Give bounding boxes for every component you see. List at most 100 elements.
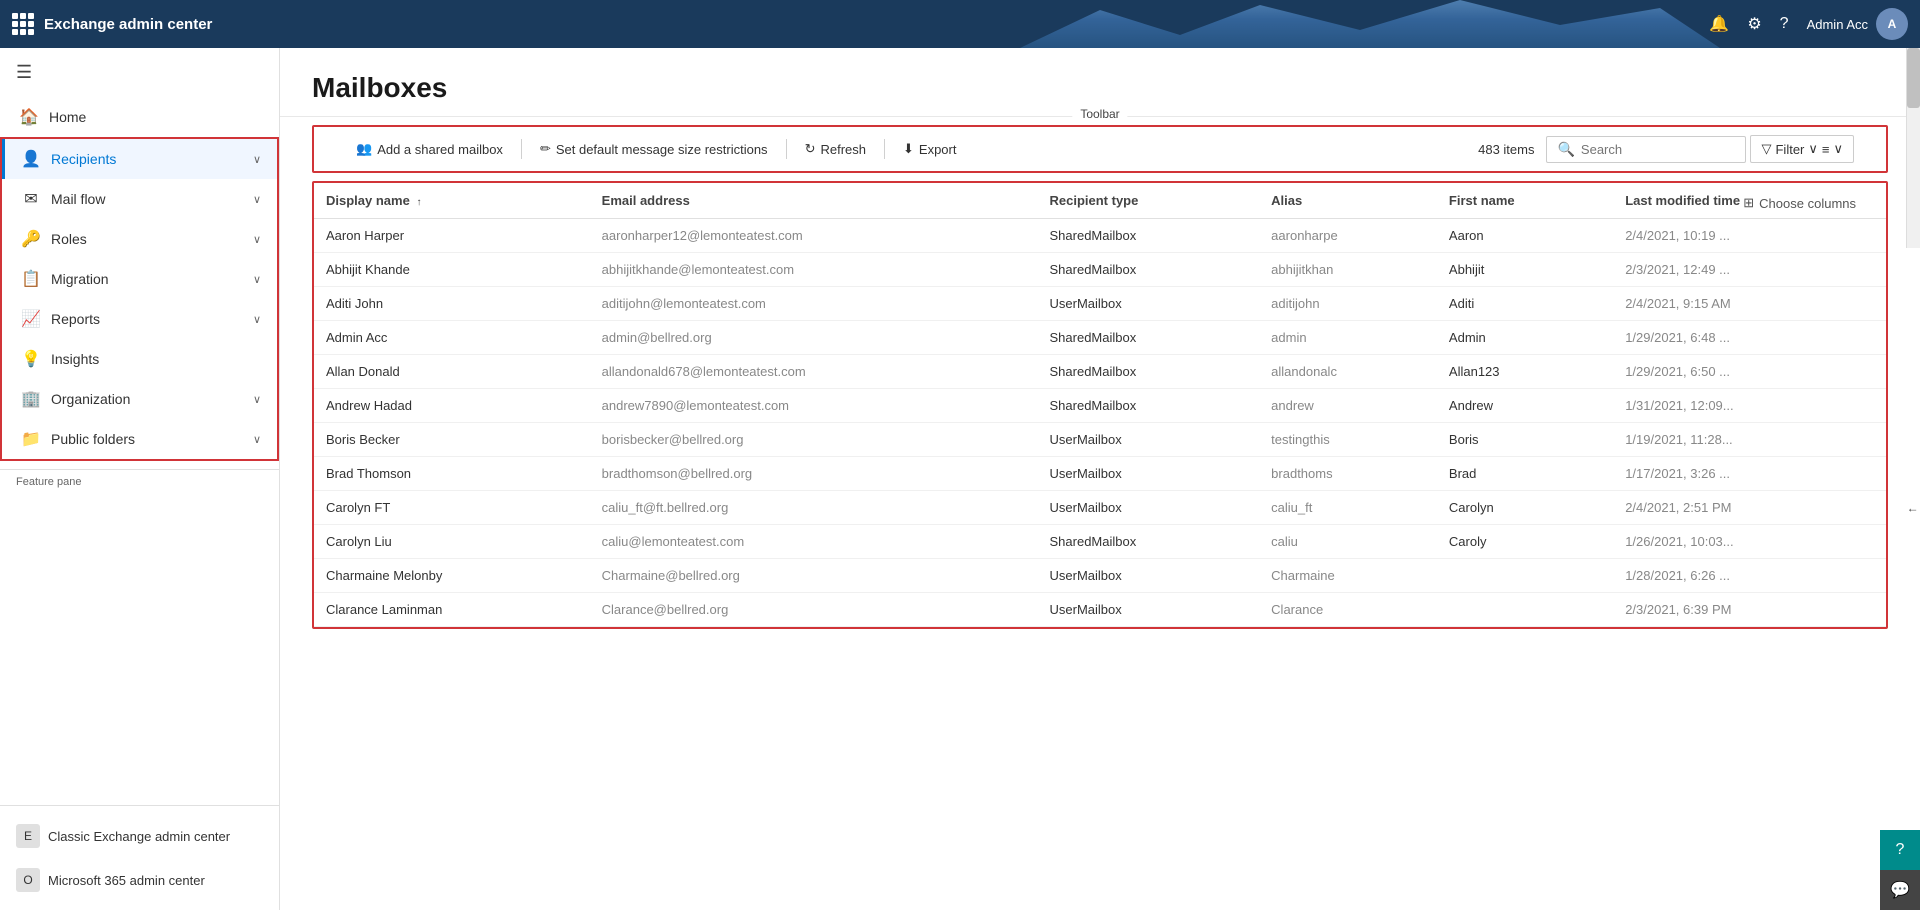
cell-recipient-type: SharedMailbox xyxy=(1038,355,1260,389)
cell-first-name: Allan123 xyxy=(1437,355,1613,389)
sidebar-item-home[interactable]: 🏠 Home xyxy=(0,97,279,137)
sidebar-item-recipients[interactable]: 👤 Recipients ∨ xyxy=(2,139,277,179)
chevron-down-icon: ∨ xyxy=(253,273,261,286)
table-header: Display name ↑ Email address Recipient t… xyxy=(314,183,1886,219)
header-row: Display name ↑ Email address Recipient t… xyxy=(314,183,1886,219)
sidebar: ☰ 🏠 Home 👤 Recipients ∨ ✉ Mail flow ∨ 🔑 xyxy=(0,48,280,910)
scrollbar-thumb[interactable] xyxy=(1907,48,1920,108)
cell-email: borisbecker@bellred.org xyxy=(590,423,1038,457)
refresh-button[interactable]: ↻ Refresh xyxy=(795,135,876,163)
mailbox-table: Display name ↑ Email address Recipient t… xyxy=(314,183,1886,627)
topbar: Exchange admin center 🔔 ⚙ ? Admin Acc A xyxy=(0,0,1920,48)
add-icon: 👥 xyxy=(356,141,372,157)
col-display-name-label: Display name xyxy=(326,193,410,208)
cell-alias: Charmaine xyxy=(1259,559,1437,593)
export-button[interactable]: ⬇ Export xyxy=(893,135,966,163)
hamburger-button[interactable]: ☰ xyxy=(0,48,279,97)
toolbar-divider-2 xyxy=(786,139,787,159)
sidebar-label-public-folders: Public folders xyxy=(51,431,253,447)
sidebar-item-organization[interactable]: 🏢 Organization ∨ xyxy=(2,379,277,419)
table-row[interactable]: Charmaine Melonby Charmaine@bellred.org … xyxy=(314,559,1886,593)
cell-alias: caliu xyxy=(1259,525,1437,559)
sidebar-label-reports: Reports xyxy=(51,311,253,327)
col-display-name[interactable]: Display name ↑ xyxy=(314,183,590,219)
col-email: Email address xyxy=(590,183,1038,219)
sidebar-label-insights: Insights xyxy=(51,351,261,367)
cell-last-modified: 1/19/2021, 11:28... xyxy=(1613,423,1886,457)
grid-icon[interactable] xyxy=(12,13,34,35)
cell-recipient-type: SharedMailbox xyxy=(1038,525,1260,559)
cell-recipient-type: UserMailbox xyxy=(1038,287,1260,321)
app-name: Exchange admin center xyxy=(44,16,212,33)
cell-recipient-type: UserMailbox xyxy=(1038,593,1260,627)
more-icon: ≡ xyxy=(1822,142,1830,157)
sidebar-item-reports[interactable]: 📈 Reports ∨ xyxy=(2,299,277,339)
cell-alias: abhijitkhan xyxy=(1259,253,1437,287)
item-count: 483 items xyxy=(1478,142,1534,157)
sidebar-item-roles[interactable]: 🔑 Roles ∨ xyxy=(2,219,277,259)
user-info[interactable]: Admin Acc A xyxy=(1807,8,1908,40)
reports-icon: 📈 xyxy=(21,309,41,329)
table-row[interactable]: Brad Thomson bradthomson@bellred.org Use… xyxy=(314,457,1886,491)
table-row[interactable]: Admin Acc admin@bellred.org SharedMailbo… xyxy=(314,321,1886,355)
page-title: Mailboxes xyxy=(312,72,1888,104)
col-last-modified-label: Last modified time xyxy=(1625,193,1740,208)
cell-recipient-type: SharedMailbox xyxy=(1038,389,1260,423)
avatar: A xyxy=(1876,8,1908,40)
home-icon: 🏠 xyxy=(19,107,39,127)
table-row[interactable]: Boris Becker borisbecker@bellred.org Use… xyxy=(314,423,1886,457)
settings-icon[interactable]: ⚙ xyxy=(1747,14,1761,34)
table-body: Aaron Harper aaronharper12@lemonteatest.… xyxy=(314,219,1886,627)
cell-recipient-type: SharedMailbox xyxy=(1038,321,1260,355)
sidebar-item-mail-flow[interactable]: ✉ Mail flow ∨ xyxy=(2,179,277,219)
more-chevron: ∨ xyxy=(1833,141,1843,157)
sidebar-item-migration[interactable]: 📋 Migration ∨ xyxy=(2,259,277,299)
table-row[interactable]: Aditi John aditijohn@lemonteatest.com Us… xyxy=(314,287,1886,321)
help-icon[interactable]: ? xyxy=(1780,15,1789,33)
cell-email: caliu@lemonteatest.com xyxy=(590,525,1038,559)
cell-email: aaronharper12@lemonteatest.com xyxy=(590,219,1038,253)
right-float-buttons: ? 💬 xyxy=(1880,830,1920,910)
search-box[interactable]: 🔍 xyxy=(1546,136,1746,163)
main-layout: ☰ 🏠 Home 👤 Recipients ∨ ✉ Mail flow ∨ 🔑 xyxy=(0,48,1920,910)
chevron-down-icon: ∨ xyxy=(253,433,261,446)
chat-float-button[interactable]: 💬 xyxy=(1880,870,1920,910)
table-row[interactable]: Carolyn FT caliu_ft@ft.bellred.org UserM… xyxy=(314,491,1886,525)
cell-first-name: Abhijit xyxy=(1437,253,1613,287)
bell-icon[interactable]: 🔔 xyxy=(1709,14,1729,34)
cell-last-modified: 2/3/2021, 12:49 ... xyxy=(1613,253,1886,287)
sidebar-item-public-folders[interactable]: 📁 Public folders ∨ xyxy=(2,419,277,459)
table-row[interactable]: Clarance Laminman Clarance@bellred.org U… xyxy=(314,593,1886,627)
col-email-label: Email address xyxy=(602,193,690,208)
table-row[interactable]: Abhijit Khande abhijitkhande@lemonteates… xyxy=(314,253,1886,287)
sidebar-footer-classic-eac[interactable]: E Classic Exchange admin center xyxy=(0,814,279,858)
table-row[interactable]: Aaron Harper aaronharper12@lemonteatest.… xyxy=(314,219,1886,253)
sidebar-item-insights[interactable]: 💡 Insights xyxy=(2,339,277,379)
sidebar-footer: E Classic Exchange admin center O Micros… xyxy=(0,805,279,910)
choose-columns-button[interactable]: ⊞ Choose columns xyxy=(1743,195,1856,211)
cell-email: bradthomson@bellred.org xyxy=(590,457,1038,491)
col-first-name-label: First name xyxy=(1449,193,1515,208)
add-shared-mailbox-button[interactable]: 👥 Add a shared mailbox xyxy=(346,135,513,163)
table-row[interactable]: Andrew Hadad andrew7890@lemonteatest.com… xyxy=(314,389,1886,423)
set-default-button[interactable]: ✏ Set default message size restrictions xyxy=(530,135,778,163)
table-row[interactable]: Carolyn Liu caliu@lemonteatest.com Share… xyxy=(314,525,1886,559)
search-input[interactable] xyxy=(1581,142,1721,157)
refresh-label: Refresh xyxy=(820,142,866,157)
toolbar-label: Toolbar xyxy=(1072,107,1127,121)
cell-recipient-type: SharedMailbox xyxy=(1038,219,1260,253)
cell-first-name: Andrew xyxy=(1437,389,1613,423)
cell-alias: admin xyxy=(1259,321,1437,355)
right-scrollbar[interactable] xyxy=(1906,48,1920,248)
table-row[interactable]: Allan Donald allandonald678@lemonteatest… xyxy=(314,355,1886,389)
cell-first-name: Boris xyxy=(1437,423,1613,457)
help-float-button[interactable]: ? xyxy=(1880,830,1920,870)
toolbar-divider-3 xyxy=(884,139,885,159)
filter-button[interactable]: ▽ Filter ∨ ≡ ∨ xyxy=(1750,135,1854,163)
public-folders-icon: 📁 xyxy=(21,429,41,449)
chevron-down-icon: ∨ xyxy=(253,393,261,406)
sidebar-footer-m365[interactable]: O Microsoft 365 admin center xyxy=(0,858,279,902)
cell-display-name: Carolyn Liu xyxy=(314,525,590,559)
classic-eac-icon: E xyxy=(16,824,40,848)
sidebar-label-migration: Migration xyxy=(51,271,253,287)
